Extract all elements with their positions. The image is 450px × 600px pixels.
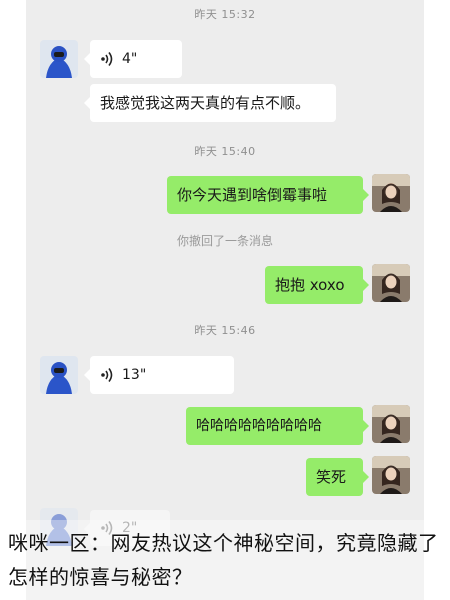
message-text[interactable]: 笑死 [306,458,369,496]
self-avatar-image [372,264,410,302]
self-avatar[interactable] [372,174,410,212]
timestamp: 昨天 15:40 [194,145,256,158]
chat-panel[interactable]: 昨天 15:32 4" 我感觉我这两天真的有点不顺。 昨天 15:40 你今天遇… [26,0,424,600]
self-avatar-image [372,405,410,443]
message-text[interactable]: 抱抱 xoxo [265,266,369,304]
message-text[interactable]: 我感觉我这两天真的有点不顺。 [84,84,336,122]
timestamp: 昨天 15:32 [194,8,256,21]
voice-message[interactable]: 4" [84,40,182,78]
self-avatar-image [372,456,410,494]
contact-avatar-image [40,356,78,394]
self-avatar[interactable] [372,264,410,302]
contact-avatar[interactable] [40,356,78,394]
self-avatar[interactable] [372,456,410,494]
article-caption: 咪咪一区：网友热议这个神秘空间，究竟隐藏了怎样的惊喜与秘密？ [8,531,439,589]
contact-avatar[interactable] [40,40,78,78]
self-avatar-image [372,174,410,212]
voice-wave-icon [101,368,113,382]
voice-message[interactable]: 13" [84,356,234,394]
voice-duration: 13" [122,367,147,383]
message-text[interactable]: 你今天遇到啥倒霉事啦 [167,176,369,214]
contact-avatar-image [40,40,78,78]
voice-wave-icon [101,52,113,66]
self-avatar[interactable] [372,405,410,443]
system-notice: 你撤回了一条消息 [176,234,273,248]
message-text[interactable]: 哈哈哈哈哈哈哈哈哈 [186,407,369,445]
page: 昨天 15:32 4" 我感觉我这两天真的有点不顺。 昨天 15:40 你今天遇… [0,0,450,600]
voice-duration: 4" [122,51,138,67]
timestamp: 昨天 15:46 [194,324,256,337]
